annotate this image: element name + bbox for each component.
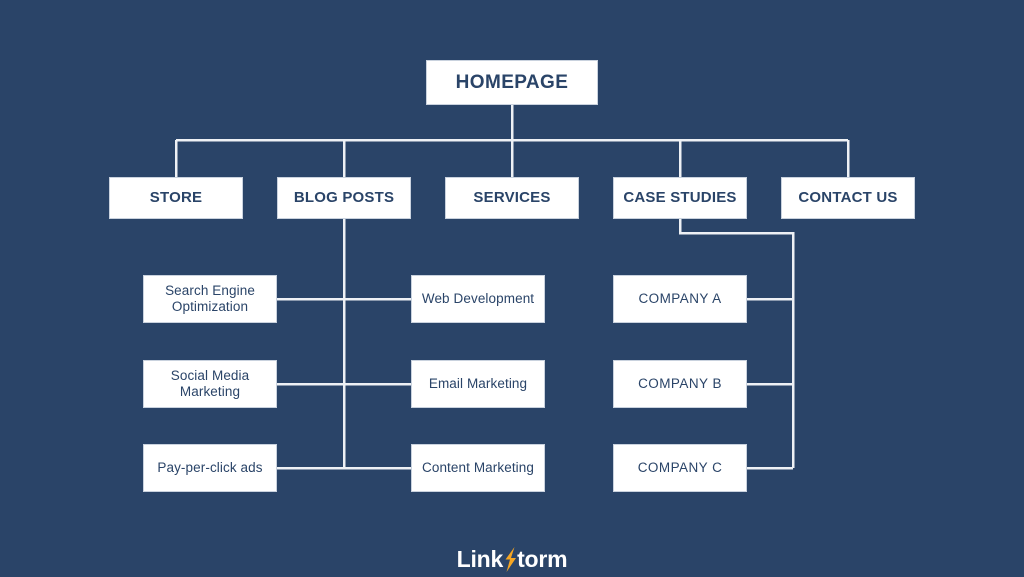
- node-company-a[interactable]: COMPANY A: [613, 275, 747, 323]
- node-store-label: STORE: [149, 188, 203, 206]
- node-company-b-label: COMPANY B: [638, 375, 722, 391]
- node-email-marketing[interactable]: Email Marketing: [411, 360, 545, 408]
- node-store[interactable]: STORE: [109, 177, 243, 219]
- node-company-a-label: COMPANY A: [638, 290, 722, 306]
- node-blog-posts-label: BLOG POSTS: [293, 188, 395, 206]
- node-case-studies-label: CASE STUDIES: [623, 188, 737, 206]
- node-services[interactable]: SERVICES: [445, 177, 579, 219]
- node-homepage-label: HOMEPAGE: [455, 71, 569, 93]
- node-pay-per-click-ads[interactable]: Pay-per-click ads: [143, 444, 277, 492]
- node-social-media-marketing[interactable]: Social Media Marketing: [143, 360, 277, 408]
- node-company-c[interactable]: COMPANY C: [613, 444, 747, 492]
- sitemap-diagram: HOMEPAGE STORE BLOG POSTS SERVICES CASE …: [0, 0, 1024, 576]
- node-blog-posts[interactable]: BLOG POSTS: [277, 177, 411, 219]
- linkstorm-logo: Link torm: [0, 544, 1024, 574]
- node-company-c-label: COMPANY C: [637, 459, 723, 475]
- node-services-label: SERVICES: [473, 188, 551, 206]
- node-web-development[interactable]: Web Development: [411, 275, 545, 323]
- node-homepage[interactable]: HOMEPAGE: [426, 60, 598, 105]
- node-pay-per-click-ads-label: Pay-per-click ads: [157, 459, 263, 475]
- node-email-marketing-label: Email Marketing: [428, 375, 528, 391]
- node-content-marketing-label: Content Marketing: [421, 459, 534, 475]
- node-company-b[interactable]: COMPANY B: [613, 360, 747, 408]
- node-contact-us-label: CONTACT US: [798, 188, 898, 206]
- node-content-marketing[interactable]: Content Marketing: [411, 444, 545, 492]
- node-search-engine-optimization[interactable]: Search Engine Optimization: [143, 275, 277, 323]
- node-contact-us[interactable]: CONTACT US: [781, 177, 915, 219]
- wire-case-studies-spine: [678, 219, 795, 468]
- node-search-engine-optimization-label: Search Engine Optimization: [165, 282, 255, 314]
- node-case-studies[interactable]: CASE STUDIES: [613, 177, 747, 219]
- lightning-bolt-icon: [503, 546, 518, 572]
- logo-text-second: torm: [517, 545, 568, 572]
- logo-text-first: Link: [456, 545, 504, 572]
- node-social-media-marketing-label: Social Media Marketing: [170, 367, 250, 399]
- node-web-development-label: Web Development: [421, 290, 535, 306]
